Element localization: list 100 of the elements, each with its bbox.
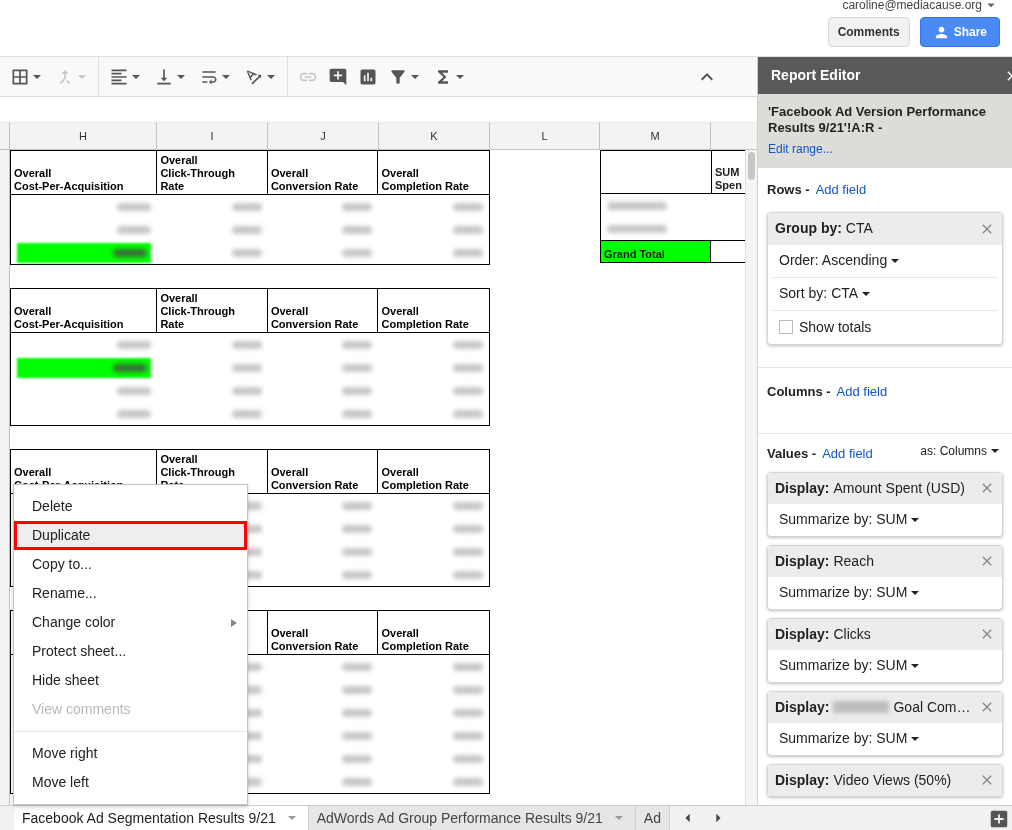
- column-heading: SUM Spen: [715, 166, 742, 192]
- section-label: Rows -: [767, 181, 810, 199]
- edit-range-link[interactable]: Edit range...: [768, 142, 833, 156]
- summarize-dropdown[interactable]: Summarize by: SUM: [768, 576, 935, 609]
- redacted-value: [231, 202, 262, 211]
- add-comment-icon: [328, 66, 348, 87]
- column-heading: Overall Conversion Rate: [270, 466, 359, 492]
- caret-icon: [267, 74, 275, 79]
- column-letter[interactable]: H: [79, 127, 87, 145]
- redacted-value: [231, 340, 262, 349]
- caret-icon: [33, 74, 41, 79]
- caret-icon: [991, 448, 999, 453]
- redacted-value: [342, 340, 373, 349]
- field-title-label: Display:: [775, 624, 830, 644]
- field-title: Group by: CTA: [775, 219, 873, 238]
- layout-dropdown[interactable]: as: Columns: [920, 441, 1003, 460]
- column-letter[interactable]: J: [320, 127, 326, 145]
- submenu-arrow-icon: [231, 618, 237, 627]
- menu-item[interactable]: Delete: [14, 492, 247, 521]
- summarize-dropdown[interactable]: Summarize by: SUM: [768, 503, 935, 536]
- caret-icon: [911, 517, 920, 522]
- field-title-value: Goal Com…: [893, 697, 971, 717]
- caret-icon: [132, 74, 140, 79]
- section-label: Values -: [767, 445, 817, 463]
- menu-item[interactable]: Change color: [14, 608, 247, 637]
- redacted-value: [342, 409, 373, 418]
- redacted-value: [453, 386, 483, 395]
- add-field-link[interactable]: Add field: [836, 381, 888, 401]
- checkbox[interactable]: [779, 320, 793, 334]
- column-heading: Overall Completion Rate: [381, 627, 469, 653]
- redacted-value: [453, 202, 483, 211]
- redacted-value: [453, 570, 483, 579]
- column-letter[interactable]: L: [541, 127, 548, 145]
- column-letter[interactable]: K: [430, 127, 438, 145]
- redacted-value: [342, 225, 373, 234]
- column-heading: Overall Cost-Per-Acquisition: [14, 305, 124, 331]
- add-field-link[interactable]: Add field: [815, 180, 867, 200]
- caret-icon: [456, 74, 464, 79]
- redacted-value: [342, 524, 373, 533]
- summarize-dropdown[interactable]: Summarize by: SUM: [768, 649, 935, 682]
- column-heading: Overall Completion Rate: [381, 466, 469, 492]
- column-letter[interactable]: I: [210, 127, 214, 145]
- redacted-value: [342, 248, 373, 257]
- menu-item[interactable]: Duplicate: [14, 521, 247, 550]
- redacted-value: [453, 754, 483, 763]
- field-title-label: Display:: [775, 551, 830, 571]
- caret-icon: [862, 291, 871, 296]
- sort-dropdown[interactable]: Sort by: CTA: [772, 277, 998, 311]
- field-title-value: Clicks: [833, 624, 871, 644]
- order-dropdown[interactable]: Order: Ascending: [772, 244, 998, 278]
- field-title-value: Amount Spent (USD): [833, 478, 965, 498]
- field-title-label: Display:: [775, 478, 830, 498]
- checkbox-label: Show totals: [799, 317, 872, 337]
- redacted-value: [342, 386, 373, 395]
- redacted-value: [453, 547, 483, 556]
- column-heading: Overall Cost-Per-Acquisition: [14, 167, 124, 193]
- caret-icon: [891, 258, 900, 263]
- redacted-value: [453, 225, 483, 234]
- redacted-value: [342, 570, 373, 579]
- caret-icon: [614, 816, 623, 820]
- redacted-value: [607, 224, 667, 233]
- vertical-scrollbar[interactable]: [745, 150, 757, 805]
- redacted-value: [342, 685, 373, 694]
- menu-item[interactable]: Rename...: [14, 579, 247, 608]
- redacted-value: [453, 363, 483, 372]
- comments-button[interactable]: Comments: [827, 17, 910, 47]
- redacted-value: [342, 708, 373, 717]
- menu-item[interactable]: Move right: [14, 731, 247, 768]
- redacted-value: [342, 662, 373, 671]
- explore-icon[interactable]: [988, 808, 1010, 830]
- menu-item[interactable]: Hide sheet: [14, 666, 247, 695]
- redacted-value: [453, 340, 483, 349]
- menu-item[interactable]: Move left: [14, 768, 247, 797]
- column-heading: Overall Click-Through Rate: [160, 292, 235, 331]
- redacted-value: [453, 731, 483, 740]
- redacted-value: [453, 501, 483, 510]
- column-heading: Overall Conversion Rate: [270, 305, 359, 331]
- redacted-value: [113, 363, 148, 372]
- summarize-dropdown[interactable]: Summarize by: SUM: [768, 722, 935, 755]
- redacted-value: [231, 248, 262, 257]
- redacted-value: [342, 202, 373, 211]
- menu-item[interactable]: Copy to...: [14, 550, 247, 579]
- sheet-tab[interactable]: AdWords Ad Group Performance Results 9/21: [308, 806, 636, 830]
- add-field-link[interactable]: Add field: [822, 444, 873, 464]
- menu-item[interactable]: Protect sheet...: [14, 637, 247, 666]
- sheet-tab[interactable]: Ad: [635, 806, 670, 830]
- section-label: Columns -: [767, 382, 831, 401]
- account-email[interactable]: caroline@mediacause.org: [842, 0, 982, 14]
- panel-title: Report Editor: [771, 66, 861, 85]
- sheet-tab[interactable]: Facebook Ad Segmentation Results 9/21: [14, 806, 309, 830]
- caret-icon: [411, 74, 419, 79]
- redacted-value: [453, 248, 483, 257]
- redacted-value: [453, 662, 483, 671]
- column-heading: Overall Completion Rate: [381, 305, 469, 331]
- caret-icon: [911, 736, 920, 741]
- redacted-value: [453, 708, 483, 717]
- column-letter[interactable]: M: [650, 127, 660, 145]
- redacted-value: [231, 363, 262, 372]
- redacted-value: [453, 524, 483, 533]
- redacted-value: [342, 547, 373, 556]
